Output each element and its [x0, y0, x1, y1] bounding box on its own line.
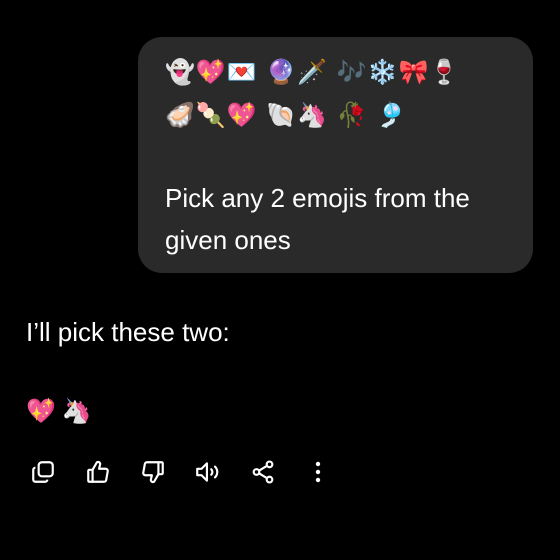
copy-button[interactable]: [28, 457, 58, 487]
share-icon: [252, 460, 274, 484]
thumbs-up-button[interactable]: [83, 457, 113, 487]
user-message-text: Pick any 2 emojis from the given ones: [165, 183, 470, 255]
speaker-icon: [196, 462, 219, 482]
read-aloud-button[interactable]: [193, 457, 223, 487]
thumbs-down-button[interactable]: [138, 457, 168, 487]
more-vertical-icon: [315, 461, 321, 483]
more-options-button[interactable]: [303, 457, 333, 487]
assistant-message-text: I’ll pick these two:: [26, 317, 230, 347]
thumbs-up-icon: [87, 460, 109, 483]
copy-icon: [32, 461, 54, 483]
assistant-emoji-pick: 💖🦄: [26, 397, 98, 425]
user-message-bubble: 👻💖💌 🔮🗡️ 🎶❄️🎀🍷 🦪🍡💖 🐚🦄 🥀 🎐 Pick any 2 emoj…: [138, 37, 533, 273]
share-button[interactable]: [248, 457, 278, 487]
emoji-list-row-1: 👻💖💌 🔮🗡️ 🎶❄️🎀🍷: [165, 58, 461, 86]
thumbs-down-icon: [142, 461, 164, 484]
emoji-list-row-2: 🦪🍡💖 🐚🦄 🥀 🎐: [165, 101, 408, 129]
